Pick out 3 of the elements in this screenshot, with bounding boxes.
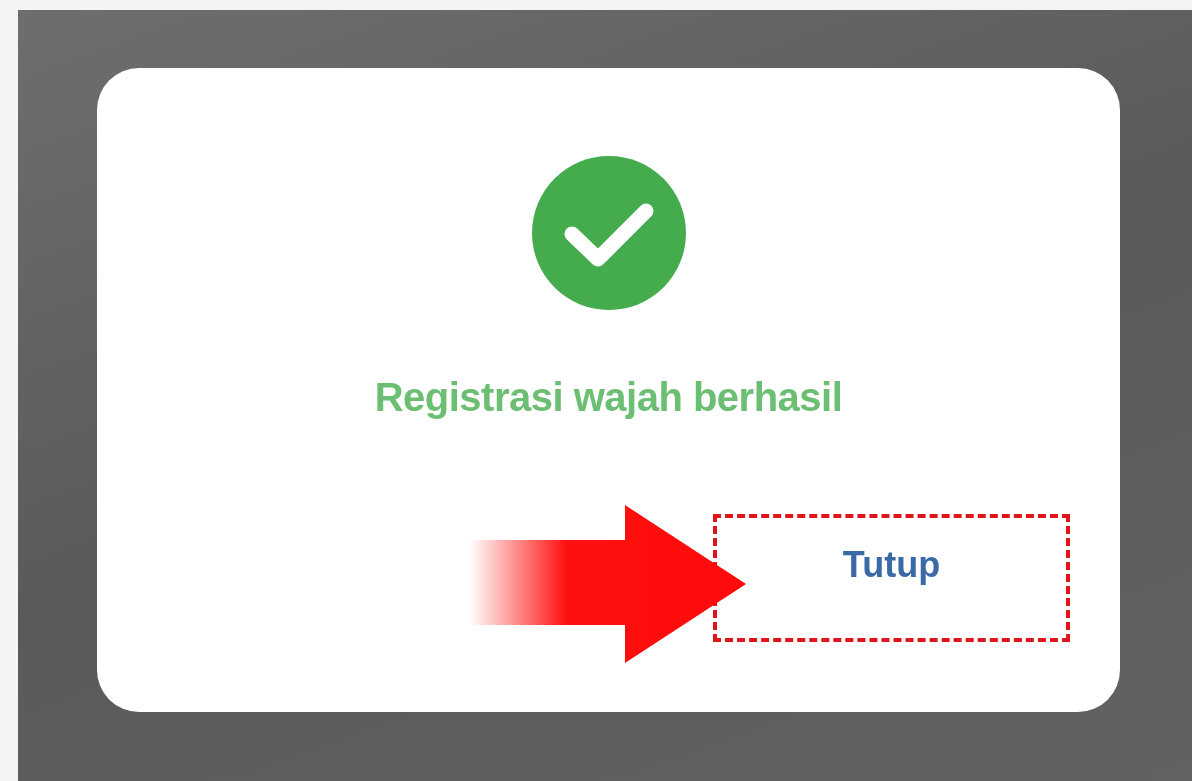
- success-message: Registrasi wajah berhasil: [374, 375, 843, 420]
- success-check-icon: [531, 156, 686, 310]
- close-button[interactable]: Tutup: [713, 514, 1070, 642]
